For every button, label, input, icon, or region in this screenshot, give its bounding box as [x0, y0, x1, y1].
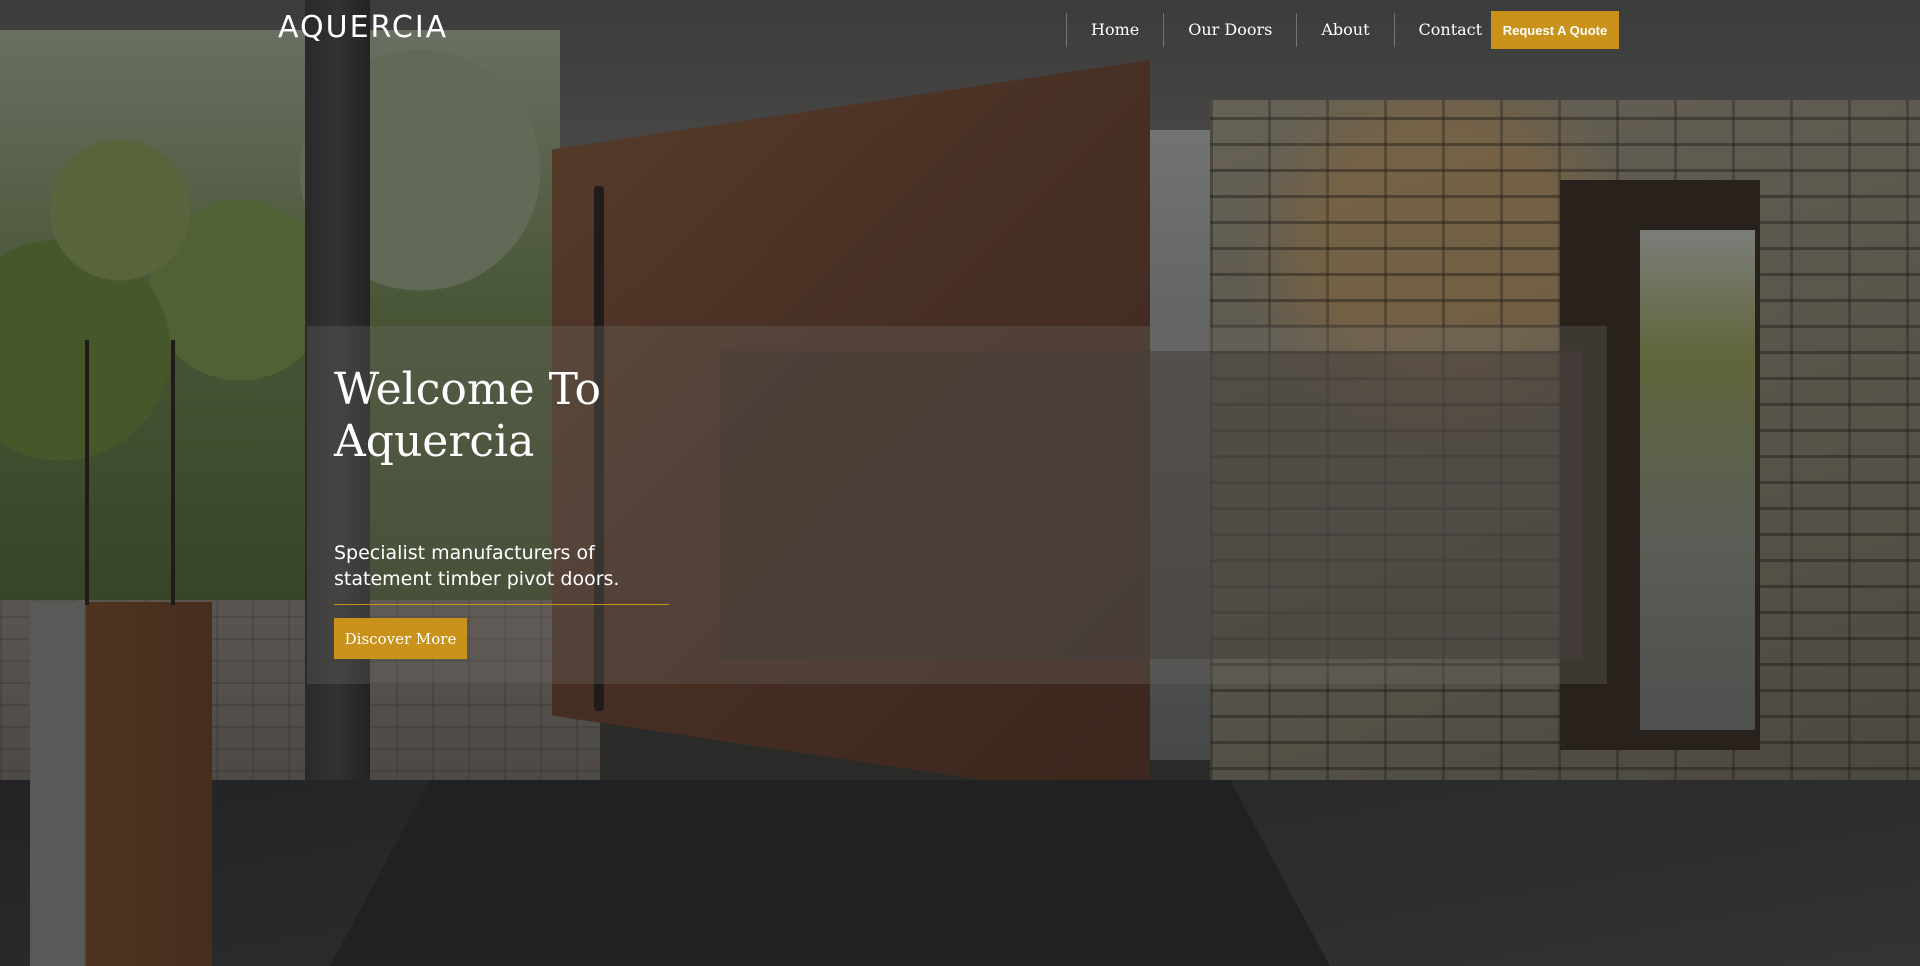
- nav-item-our-doors[interactable]: Our Doors: [1164, 12, 1296, 48]
- nav-item-contact[interactable]: Contact: [1395, 12, 1507, 48]
- nav-item-about[interactable]: About: [1297, 12, 1393, 48]
- hero-media-box: [720, 351, 1582, 659]
- discover-more-button[interactable]: Discover More: [334, 618, 467, 659]
- main-nav: Home Our Doors About Contact: [1066, 12, 1506, 48]
- hero-divider: [334, 604, 669, 605]
- request-quote-button[interactable]: Request A Quote: [1491, 11, 1619, 49]
- hero-subtitle: Specialist manufacturers of statement ti…: [334, 542, 620, 590]
- site-header: AQUERCIA Home Our Doors About Contact Re…: [0, 0, 1920, 60]
- hero-panel: Welcome To Aquercia Specialist manufactu…: [307, 326, 1607, 684]
- logo[interactable]: AQUERCIA: [278, 10, 448, 45]
- nav-item-home[interactable]: Home: [1067, 12, 1163, 48]
- hero-headline: Welcome To Aquercia: [334, 364, 602, 467]
